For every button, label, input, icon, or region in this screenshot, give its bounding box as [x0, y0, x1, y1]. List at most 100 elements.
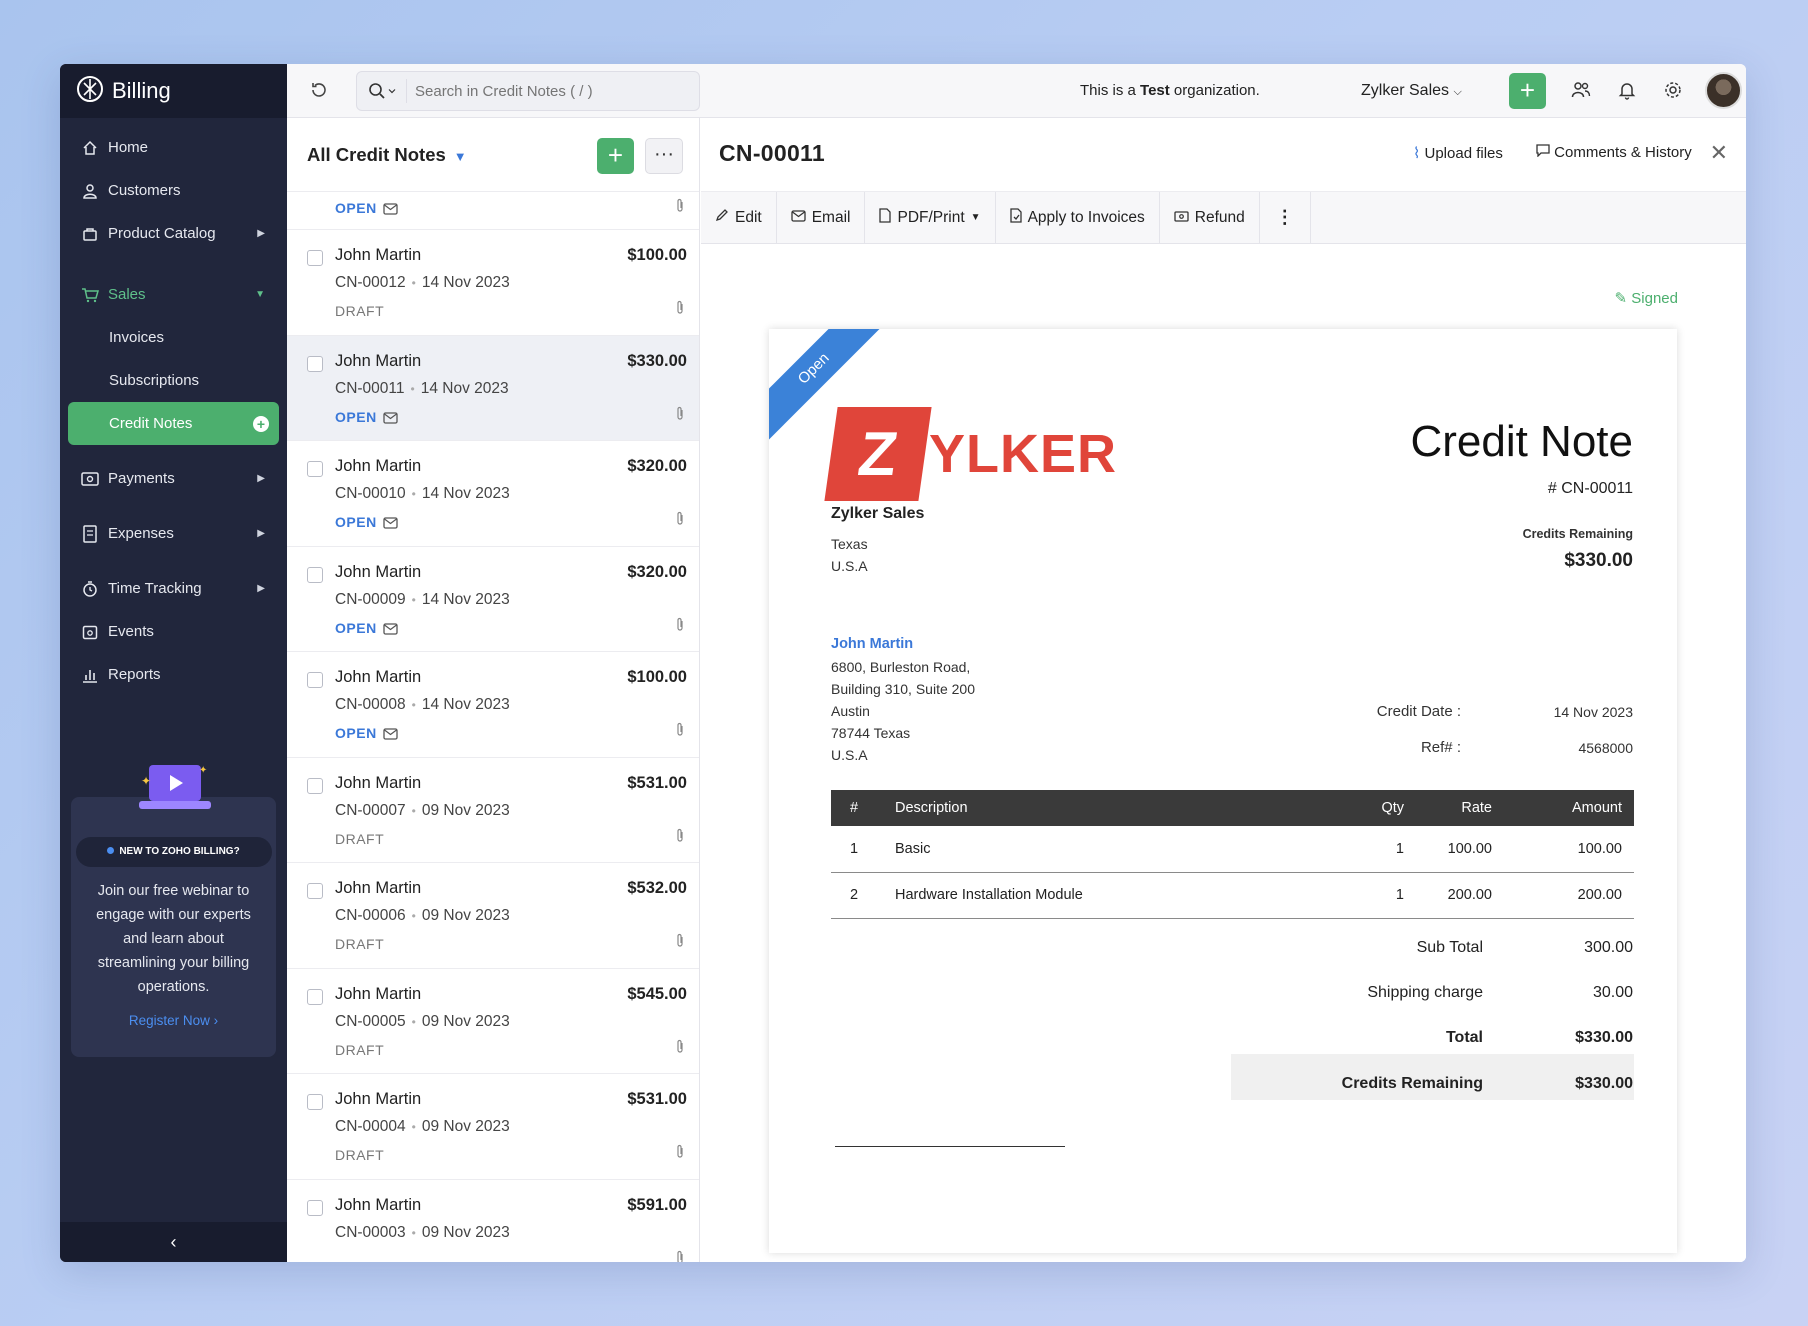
- list-item[interactable]: John Martin $320.00 CN-00009 • 14 Nov 2023 OP…: [287, 547, 699, 652]
- svg-text:✦: ✦: [141, 774, 151, 788]
- customer-name: John Martin: [335, 1195, 422, 1214]
- upload-files-button[interactable]: ⌇ Upload files: [1413, 144, 1503, 162]
- pdf-print-button[interactable]: PDF/Print ▼: [865, 191, 996, 244]
- row-checkbox[interactable]: [307, 672, 323, 688]
- list-item[interactable]: John Martin $531.00 CN-00007 • 09 Nov 2023 DR…: [287, 758, 699, 863]
- list-view-selector[interactable]: All Credit Notes ▼: [307, 144, 467, 166]
- column-header: Description: [877, 790, 1344, 826]
- organization-switcher[interactable]: Zylker Sales ⌵: [1361, 82, 1462, 100]
- list-item[interactable]: OPEN: [287, 192, 699, 230]
- credit-note-meta: CN-00003 • 09 Nov 2023: [335, 1223, 510, 1241]
- ref-value: 4568000: [1578, 740, 1633, 756]
- edit-button[interactable]: Edit: [701, 191, 777, 244]
- apply-to-invoices-button[interactable]: Apply to Invoices: [996, 191, 1160, 244]
- app-window: Billing Home Customers Product Catalog ▶…: [60, 64, 1746, 1262]
- mail-icon: [383, 727, 398, 743]
- clock-icon: [80, 580, 100, 597]
- sidebar-item-product-catalog[interactable]: Product Catalog ▶: [60, 212, 287, 255]
- row-checkbox[interactable]: [307, 1199, 323, 1216]
- close-icon[interactable]: ✕: [1710, 140, 1728, 166]
- add-credit-note-icon[interactable]: +: [253, 415, 269, 432]
- mail-icon: [791, 209, 806, 227]
- more-actions-button[interactable]: ⋮: [1260, 191, 1311, 244]
- customer-name: John Martin: [335, 773, 422, 792]
- sidebar-item-expenses[interactable]: Expenses ▶: [60, 512, 287, 555]
- search-box[interactable]: [356, 71, 700, 111]
- list-item[interactable]: John Martin $591.00 CN-00003 • 09 Nov 2023: [287, 1180, 699, 1262]
- recent-history-icon[interactable]: [309, 80, 329, 105]
- row-checkbox[interactable]: [307, 1094, 323, 1110]
- sidebar-item-label: Payments: [108, 470, 175, 487]
- sidebar-item-label: Expenses: [108, 525, 174, 542]
- search-input[interactable]: [407, 82, 687, 100]
- sidebar-item-credit-notes[interactable]: Credit Notes +: [68, 402, 279, 445]
- sidebar-item-events[interactable]: Events: [60, 610, 287, 653]
- gear-icon[interactable]: [1663, 80, 1683, 105]
- row-checkbox[interactable]: [307, 250, 323, 266]
- list-item[interactable]: John Martin $330.00 CN-00011 • 14 Nov 2023 OP…: [287, 335, 699, 441]
- row-checkbox[interactable]: [307, 883, 323, 899]
- register-now-link[interactable]: Register Now ›: [71, 1013, 276, 1028]
- attachment-icon: [675, 828, 685, 849]
- sidebar-item-time-tracking[interactable]: Time Tracking ▶: [60, 567, 287, 610]
- sidebar-item-label: Invoices: [109, 329, 165, 346]
- attachment-icon: [675, 1250, 685, 1262]
- shipping-value: 30.00: [1592, 984, 1633, 1001]
- signature-line: [835, 1146, 1065, 1147]
- more-options-button[interactable]: ···: [645, 138, 683, 174]
- status-badge: DRAFT: [335, 830, 385, 847]
- sidebar-item-reports[interactable]: Reports: [60, 653, 287, 696]
- credit-note-meta: CN-00011 • 14 Nov 2023: [335, 379, 509, 397]
- list-rows: John Martin $100.00 CN-00012 • 14 Nov 2023 DR…: [287, 230, 699, 1262]
- brand[interactable]: Billing: [60, 64, 287, 118]
- customer-name: John Martin: [335, 1090, 422, 1108]
- avatar[interactable]: [1705, 72, 1742, 109]
- signed-badge: ✎ Signed: [1614, 290, 1678, 307]
- list-item[interactable]: John Martin $100.00 CN-00008 • 14 Nov 2023 OP…: [287, 652, 699, 758]
- sidebar-item-sales[interactable]: Sales ▼: [60, 273, 287, 316]
- sidebar-item-payments[interactable]: Payments ▶: [60, 457, 287, 500]
- email-button[interactable]: Email: [777, 191, 866, 244]
- collapse-sidebar-button[interactable]: ‹: [60, 1222, 287, 1262]
- row-checkbox[interactable]: [307, 988, 323, 1005]
- credit-note-meta: CN-00010 • 14 Nov 2023: [335, 485, 510, 502]
- chevron-down-icon: ⌵: [1453, 86, 1462, 98]
- row-checkbox[interactable]: [307, 355, 323, 372]
- refund-button[interactable]: Refund: [1160, 191, 1260, 244]
- sidebar-item-customers[interactable]: Customers: [60, 169, 287, 212]
- sidebar-item-subscriptions[interactable]: Subscriptions: [60, 359, 287, 402]
- column-header: Amount: [1504, 790, 1634, 826]
- search-icon[interactable]: [357, 79, 407, 103]
- ref-label: Ref# :: [1420, 739, 1461, 756]
- bell-icon[interactable]: [1617, 80, 1637, 105]
- company-address-line: U.S.A: [831, 558, 868, 574]
- credit-note-meta: CN-00004 • 09 Nov 2023: [335, 1118, 510, 1135]
- sidebar-item-label: Subscriptions: [109, 372, 200, 389]
- sidebar-item-label: Reports: [108, 666, 161, 683]
- status-badge: OPEN: [335, 409, 398, 427]
- list-item[interactable]: John Martin $532.00 CN-00006 • 09 Nov 2023 DR…: [287, 863, 699, 969]
- sidebar-item-home[interactable]: Home: [60, 126, 287, 169]
- users-icon[interactable]: [1571, 80, 1591, 105]
- customer-name-link[interactable]: John Martin: [831, 636, 913, 652]
- list-item[interactable]: John Martin $545.00 CN-00005 • 09 Nov 2023 DR…: [287, 969, 699, 1074]
- new-credit-note-button[interactable]: +: [597, 138, 634, 174]
- list-item[interactable]: John Martin $531.00 CN-00004 • 09 Nov 2023 DR…: [287, 1074, 699, 1180]
- subtotal-value: 300.00: [1584, 939, 1633, 956]
- sidebar-item-invoices[interactable]: Invoices: [60, 316, 287, 359]
- row-checkbox[interactable]: [307, 777, 323, 794]
- row-checkbox[interactable]: [307, 461, 323, 477]
- attachment-icon: [675, 300, 685, 321]
- amount: $100.00: [627, 246, 687, 264]
- row-checkbox[interactable]: [307, 566, 323, 583]
- sidebar: Billing Home Customers Product Catalog ▶…: [60, 64, 287, 1262]
- comments-history-button[interactable]: Comments & History: [1536, 144, 1692, 161]
- attachment-icon: [675, 198, 685, 219]
- line-items-table: # Description Qty Rate Amount 1 Basic 1: [831, 790, 1634, 919]
- page-title: CN-00011: [719, 140, 825, 166]
- status-badge: OPEN: [335, 200, 398, 218]
- list-item[interactable]: John Martin $320.00 CN-00010 • 14 Nov 2023 OP…: [287, 441, 699, 547]
- detail-header: CN-00011 ⌇ Upload files Comments & Histo…: [701, 118, 1746, 192]
- quick-create-button[interactable]: +: [1509, 73, 1546, 109]
- list-item[interactable]: John Martin $100.00 CN-00012 • 14 Nov 2023 DR…: [287, 230, 699, 336]
